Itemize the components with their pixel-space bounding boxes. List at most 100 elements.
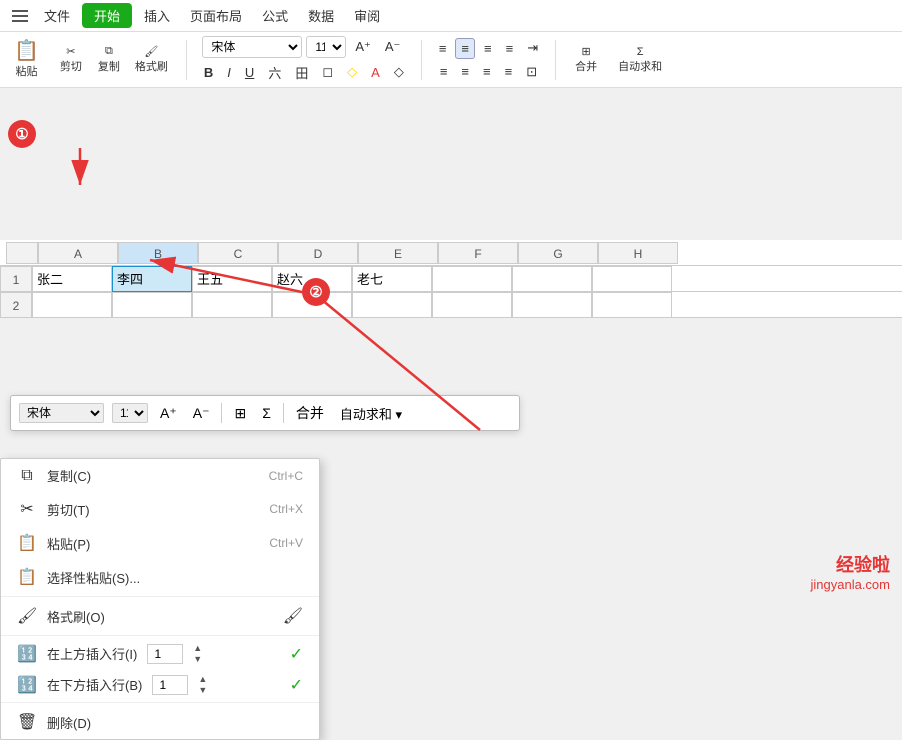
table-row: 2 [0, 292, 902, 318]
format-brush-icon-ctx: 🖌 [17, 606, 37, 626]
col-D-header[interactable]: D [278, 242, 358, 264]
cell-h1[interactable] [592, 266, 672, 292]
insert-row-below-arrows: ▲ ▼ [198, 674, 207, 695]
paste-icon: 📋 [14, 41, 39, 61]
ctx-divider-2 [1, 635, 319, 636]
cell-g2[interactable] [512, 292, 592, 318]
ctx-selective-paste[interactable]: 📋 选择性粘贴(S)... [1, 560, 319, 594]
cell-h2[interactable] [592, 292, 672, 318]
ribbon-toolbar: 📋 粘贴 ✂ 剪切 ⧉ 复制 🖌 格式刷 宋体 11 A⁺ A⁻ [0, 32, 902, 88]
menu-insert[interactable]: 插入 [136, 4, 178, 27]
cell-e2[interactable] [352, 292, 432, 318]
insert-row-below-count[interactable] [152, 675, 188, 695]
mini-grid-button[interactable]: ⊞ [230, 403, 250, 424]
menu-data[interactable]: 数据 [300, 4, 342, 27]
table-row: 1 张二 李四 王五 赵六 老七 [0, 266, 902, 292]
align-right2-button[interactable]: ≡ [478, 62, 496, 82]
copy-icon: ⧉ [105, 45, 113, 58]
font-shrink-button[interactable]: A⁻ [380, 37, 406, 57]
cell-f1[interactable] [432, 266, 512, 292]
align-center2-button[interactable]: ≡ [456, 62, 474, 82]
ctx-insert-row-above[interactable]: 🔢 在上方插入行(I) ▲ ▼ ✓ [1, 638, 319, 669]
annotation-circle-2: ② [302, 278, 330, 306]
cell-g1[interactable] [512, 266, 592, 292]
underline-button[interactable]: U [240, 63, 259, 82]
mini-merge-button[interactable]: 合并 [292, 401, 328, 425]
insert-row-above-arrows: ▲ ▼ [193, 643, 202, 664]
mini-divider-1 [221, 403, 222, 423]
menu-page-layout[interactable]: 页面布局 [182, 4, 250, 27]
border-button[interactable]: ◻ [317, 62, 338, 82]
cell-a1[interactable]: 张二 [32, 266, 112, 292]
col-C-header[interactable]: C [198, 242, 278, 264]
font-grow-button[interactable]: A⁺ [350, 37, 376, 57]
ctx-copy[interactable]: ⧉ 复制(C) Ctrl+C [1, 459, 319, 492]
italic-button[interactable]: I [222, 63, 236, 82]
insert-row-above-check[interactable]: ✓ [290, 644, 303, 664]
ctx-delete[interactable]: 🗑 删除(D) [1, 705, 319, 739]
cell-b2[interactable] [112, 292, 192, 318]
cell-c2[interactable] [192, 292, 272, 318]
merge-wrap-button[interactable]: ⊡ [521, 62, 542, 82]
align-center-button[interactable]: ≡ [455, 38, 475, 59]
cell-f2[interactable] [432, 292, 512, 318]
font-group: 宋体 11 A⁺ A⁻ B I U 六 田 ◻ ◇ A ◇ [199, 36, 409, 84]
col-H-header[interactable]: H [598, 242, 678, 264]
col-A-header[interactable]: A [38, 242, 118, 264]
indent-button[interactable]: ⇥ [522, 38, 543, 59]
subscript-button[interactable]: 田 [290, 61, 313, 84]
menu-home[interactable]: 开始 [82, 3, 132, 28]
selective-paste-icon: 📋 [17, 567, 37, 587]
mini-autosum-button[interactable]: 自动求和 ▾ [336, 402, 406, 425]
col-G-header[interactable]: G [518, 242, 598, 264]
align-group: ≡ ≡ ≡ ≡ ⇥ ≡ ≡ ≡ ≡ ⊡ [434, 38, 543, 82]
menu-review[interactable]: 审阅 [346, 4, 388, 27]
cut-button[interactable]: ✂ 剪切 [53, 42, 89, 77]
cell-e1[interactable]: 老七 [352, 266, 432, 292]
mini-sum-button[interactable]: Σ [258, 403, 275, 423]
ctx-cut[interactable]: ✂ 剪切(T) Ctrl+X [1, 492, 319, 526]
strikethrough-button[interactable]: 六 [263, 61, 286, 84]
mini-size-select[interactable]: 11 [112, 403, 148, 423]
mini-font-select[interactable]: 宋体 [19, 403, 104, 423]
paste-button[interactable]: 📋 粘贴 [8, 38, 45, 82]
cell-b1[interactable]: 李四 [112, 266, 192, 292]
fill-color-button[interactable]: ◇ [389, 62, 409, 82]
font-color-button[interactable]: A [366, 63, 385, 82]
copy-icon: ⧉ [17, 467, 37, 485]
format-brush-button[interactable]: 🖌 格式刷 [129, 42, 174, 77]
ctx-format-brush[interactable]: 🖌 格式刷(O) 🖌 [1, 599, 319, 633]
column-header-row: A B C D E F G H [0, 240, 902, 266]
align-left2-button[interactable]: ≡ [435, 62, 453, 82]
font-size-select[interactable]: 11 [306, 36, 346, 58]
insert-row-below-check[interactable]: ✓ [290, 675, 303, 695]
bold-button[interactable]: B [199, 63, 218, 82]
highlight-button[interactable]: ◇ [342, 62, 362, 82]
format-brush-extra-icon: 🖌 [283, 606, 303, 626]
menu-formula[interactable]: 公式 [254, 4, 296, 27]
cell-a2[interactable] [32, 292, 112, 318]
copy-button[interactable]: ⧉ 复制 [91, 42, 127, 77]
align-right-button[interactable]: ≡ [501, 38, 519, 59]
autosum-button[interactable]: Σ 自动求和 [612, 43, 668, 77]
ctx-paste[interactable]: 📋 粘贴(P) Ctrl+V [1, 526, 319, 560]
cell-c1[interactable]: 王五 [192, 266, 272, 292]
align-left-button[interactable]: ≡ [479, 38, 497, 59]
col-B-header[interactable]: B [118, 242, 198, 264]
mini-shrink-button[interactable]: A⁻ [189, 403, 214, 424]
menu-file[interactable]: 文件 [36, 4, 78, 27]
align-justify-button[interactable]: ≡ [500, 62, 518, 82]
insert-row-above-count[interactable] [147, 644, 183, 664]
sheet-area: 宋体 11 A⁺ A⁻ ⊞ Σ 合并 自动求和 ▾ A B C D E F G … [0, 240, 902, 318]
align-top-button[interactable]: ≡ [434, 38, 452, 59]
row-num-1: 1 [0, 266, 32, 292]
hamburger-menu[interactable] [8, 6, 32, 26]
font-family-select[interactable]: 宋体 [202, 36, 302, 58]
mini-grow-button[interactable]: A⁺ [156, 403, 181, 424]
col-F-header[interactable]: F [438, 242, 518, 264]
ribbon-divider-1 [186, 40, 187, 80]
col-E-header[interactable]: E [358, 242, 438, 264]
mini-toolbar: 宋体 11 A⁺ A⁻ ⊞ Σ 合并 自动求和 ▾ [10, 395, 520, 431]
merge-button[interactable]: ⊞ 合并 [568, 42, 604, 77]
ctx-insert-row-below[interactable]: 🔢 在下方插入行(B) ▲ ▼ ✓ [1, 669, 319, 700]
